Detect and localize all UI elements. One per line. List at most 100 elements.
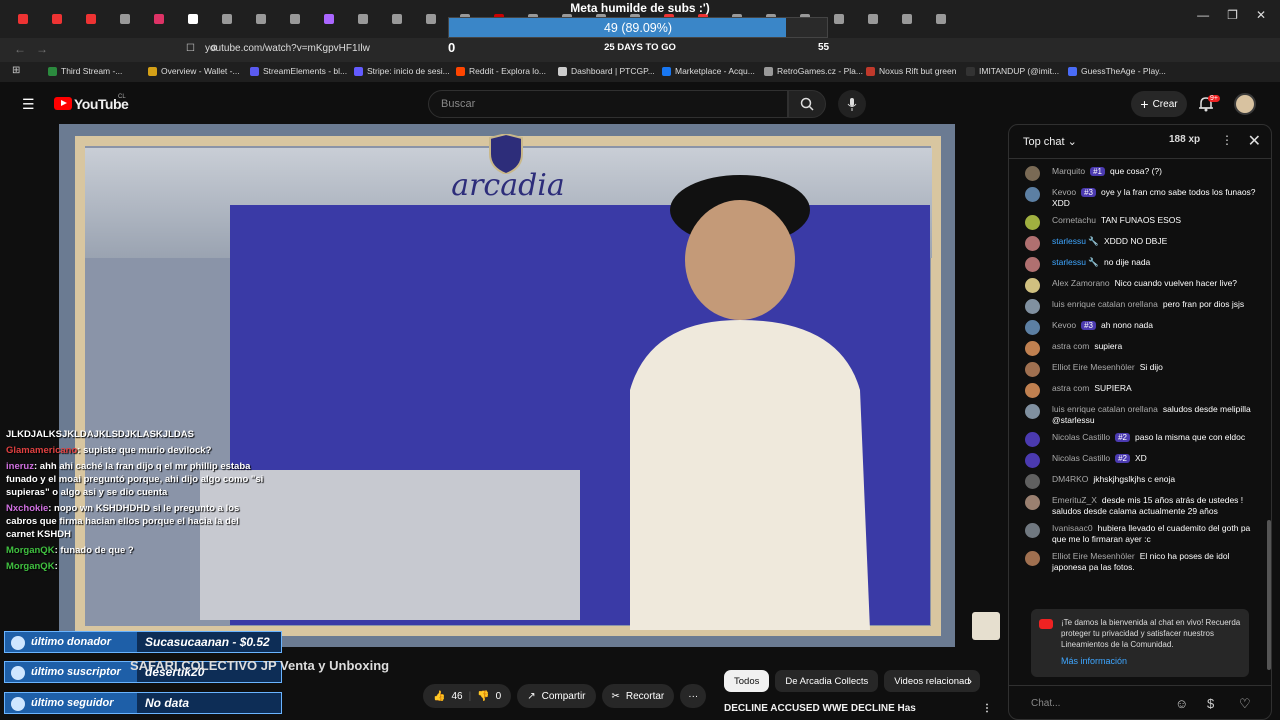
chat-message[interactable]: astra com SUPIERA <box>1009 380 1271 401</box>
chat-author[interactable]: Alex Zamorano <box>1052 278 1110 288</box>
chat-message[interactable]: luis enrique catalan orellana saludos des… <box>1009 401 1271 429</box>
browser-tab[interactable] <box>318 10 340 28</box>
chat-mode-dropdown[interactable]: Top chat ⌄ <box>1023 135 1077 148</box>
chip-next-icon[interactable]: › <box>968 674 972 688</box>
chat-author[interactable]: Cornetachu <box>1052 215 1096 225</box>
chat-avatar[interactable] <box>1025 453 1040 468</box>
like-dislike-button[interactable]: 👍 46 | 👎 0 <box>423 684 512 708</box>
bookmark-item[interactable]: StreamElements - bl... <box>250 66 347 76</box>
chat-message[interactable]: Elliot Eire Mesenhöler El nico ha poses d… <box>1009 548 1271 576</box>
chat-message[interactable]: Kevoo #3 ah nono nada <box>1009 317 1271 338</box>
back-icon[interactable]: ← <box>14 42 26 56</box>
channel-watermark[interactable] <box>972 612 1000 640</box>
chat-message[interactable]: Alex Zamorano Nico cuando vuelven hacer l… <box>1009 275 1271 296</box>
chat-avatar[interactable] <box>1025 257 1040 272</box>
chat-message[interactable]: luis enrique catalan orellana pero fran p… <box>1009 296 1271 317</box>
bookmark-item[interactable]: GuessTheAge - Play... <box>1068 66 1166 76</box>
bookmark-item[interactable]: Marketplace - Acqu... <box>662 66 755 76</box>
chat-author[interactable]: luis enrique catalan orellana <box>1052 299 1158 309</box>
close-window-button[interactable]: ✕ <box>1256 8 1266 22</box>
chat-avatar[interactable] <box>1025 278 1040 293</box>
apps-icon[interactable]: ⊞ <box>12 65 20 76</box>
browser-tab[interactable] <box>80 10 102 28</box>
menu-icon[interactable]: ☰ <box>22 96 35 113</box>
chat-author[interactable]: DM4RKO <box>1052 474 1088 484</box>
voice-search-button[interactable] <box>838 90 866 118</box>
browser-tab[interactable] <box>182 10 204 28</box>
emoji-icon[interactable]: ☺ <box>1175 696 1188 711</box>
create-button[interactable]: + Crear <box>1131 91 1187 117</box>
chat-author[interactable]: Ivanisaac0 <box>1052 523 1093 533</box>
search-input[interactable]: Buscar <box>428 90 788 118</box>
related-video-item[interactable]: DECLINE ACCUSED WWE DECLINE Has ⋮ <box>724 703 994 714</box>
chat-avatar[interactable] <box>1025 523 1040 538</box>
browser-tab[interactable] <box>12 10 34 28</box>
chat-scrollbar[interactable] <box>1267 520 1271 670</box>
bookmark-item[interactable]: Noxus Rift but green <box>866 66 956 76</box>
browser-tab[interactable] <box>862 10 884 28</box>
chat-author[interactable]: Elliot Eire Mesenhöler <box>1052 551 1135 561</box>
chat-avatar[interactable] <box>1025 551 1040 566</box>
minimize-button[interactable]: — <box>1197 8 1209 22</box>
filter-chip[interactable]: Videos relacionad <box>884 670 980 692</box>
chat-avatar[interactable] <box>1025 474 1040 489</box>
browser-tab[interactable] <box>386 10 408 28</box>
more-actions-button[interactable]: ··· <box>680 684 707 708</box>
browser-tab[interactable] <box>148 10 170 28</box>
chat-message[interactable]: Kevoo #3 oye y la fran cmo sabe todos los … <box>1009 184 1271 212</box>
chat-avatar[interactable] <box>1025 341 1040 356</box>
chat-avatar[interactable] <box>1025 495 1040 510</box>
heart-icon[interactable]: ♡ <box>1239 696 1251 712</box>
bookmark-item[interactable]: RetroGames.cz - Pla... <box>764 66 863 76</box>
chat-message[interactable]: Ivanisaac0 hubiera llevado el cuademito d… <box>1009 520 1271 548</box>
bookmark-item[interactable]: Reddit - Explora lo... <box>456 66 546 76</box>
chat-message[interactable]: starlessu 🔧 XDDD NO DBJE <box>1009 233 1271 254</box>
chat-avatar[interactable] <box>1025 187 1040 202</box>
browser-tab[interactable] <box>216 10 238 28</box>
xp-badge[interactable]: 188 xp <box>1169 134 1200 145</box>
filter-chip[interactable]: Todos <box>724 670 770 692</box>
chat-message[interactable]: astra com supiera <box>1009 338 1271 359</box>
chat-author[interactable]: EmerituZ_X <box>1052 495 1097 505</box>
chat-avatar[interactable] <box>1025 166 1040 181</box>
clip-button[interactable]: ✂ Recortar <box>601 684 675 708</box>
browser-tab[interactable] <box>284 10 306 28</box>
filter-chip[interactable]: De Arcadia Collects <box>775 670 879 692</box>
bookmark-item[interactable]: Dashboard | PTCGP... <box>558 66 655 76</box>
bookmark-item[interactable]: Third Stream -... <box>48 66 122 76</box>
chat-close-icon[interactable]: ✕ <box>1248 131 1261 151</box>
bookmark-item[interactable]: IMITANDUP (@imit... <box>966 66 1059 76</box>
chat-avatar[interactable] <box>1025 299 1040 314</box>
browser-tab[interactable] <box>930 10 952 28</box>
maximize-button[interactable]: ❐ <box>1227 8 1238 22</box>
bookmark-item[interactable]: Stripe: inicio de sesi... <box>354 66 450 76</box>
superchat-icon[interactable]: $ <box>1207 696 1214 711</box>
chat-message[interactable]: Elliot Eire Mesenhöler Si dijo <box>1009 359 1271 380</box>
chat-avatar[interactable] <box>1025 383 1040 398</box>
search-button[interactable] <box>788 90 826 118</box>
chat-message[interactable]: Marquito #1 que cosa? (?) <box>1009 163 1271 184</box>
chat-avatar[interactable] <box>1025 432 1040 447</box>
browser-tab[interactable] <box>352 10 374 28</box>
chat-author[interactable]: Marquito <box>1052 166 1085 176</box>
chat-author[interactable]: astra com <box>1052 341 1089 351</box>
youtube-logo-icon[interactable] <box>54 97 72 110</box>
chat-message[interactable]: Nicolas Castillo #2 XD <box>1009 450 1271 471</box>
chat-avatar[interactable] <box>1025 362 1040 377</box>
chat-more-icon[interactable]: ⋮ <box>1221 133 1233 147</box>
chat-author[interactable]: Elliot Eire Mesenhöler <box>1052 362 1135 372</box>
chat-author[interactable]: Nicolas Castillo <box>1052 453 1110 463</box>
share-button[interactable]: ↗ Compartir <box>517 684 596 708</box>
browser-tab[interactable] <box>46 10 68 28</box>
chat-author[interactable]: Nicolas Castillo <box>1052 432 1110 442</box>
chat-author[interactable]: Kevoo <box>1052 187 1076 197</box>
related-more-icon[interactable]: ⋮ <box>982 703 992 714</box>
chat-author[interactable]: luis enrique catalan orellana <box>1052 404 1158 414</box>
chat-avatar[interactable] <box>1025 215 1040 230</box>
welcome-learn-more-link[interactable]: Más información <box>1061 656 1241 667</box>
chat-avatar[interactable] <box>1025 320 1040 335</box>
browser-tab[interactable] <box>114 10 136 28</box>
browser-tab[interactable] <box>828 10 850 28</box>
chat-message[interactable]: DM4RKO jkhskjhgslkjhs c enoja <box>1009 471 1271 492</box>
account-avatar[interactable] <box>1234 93 1256 115</box>
